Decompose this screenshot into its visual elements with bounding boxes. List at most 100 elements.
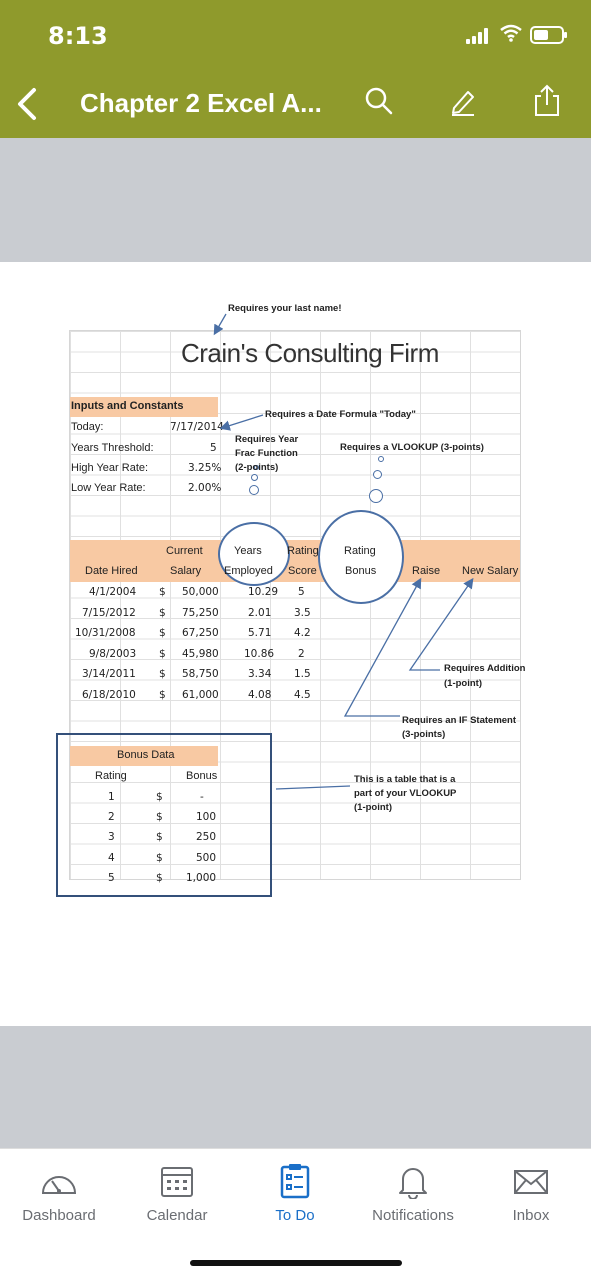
bubble-dot xyxy=(249,485,259,495)
share-icon[interactable] xyxy=(530,84,564,118)
cell-salary: 61,000 xyxy=(182,689,219,701)
cell-score: 3.5 xyxy=(294,607,311,619)
note-if: Requires an IF Statement xyxy=(402,715,517,726)
cell-years: 5.71 xyxy=(248,627,272,639)
note-date-formula: Requires a Date Formula "Today" xyxy=(265,409,416,420)
signal-icon xyxy=(466,28,492,44)
input-label: Years Threshold: xyxy=(71,442,154,454)
note-if-2: (3-points) xyxy=(402,729,446,740)
col-new-salary: New Salary xyxy=(462,565,519,577)
col-employed: Employed xyxy=(224,565,273,577)
input-label: Today: xyxy=(71,421,104,433)
cell-date: 6/18/2010 xyxy=(82,689,136,701)
bonus-value: 500 xyxy=(196,852,217,864)
battery-icon xyxy=(530,26,567,44)
note-last-name: Requires your last name! xyxy=(228,303,342,314)
cell-salary: 58,750 xyxy=(182,668,219,680)
cell-score: 2 xyxy=(298,648,305,660)
bonus-rating: 4 xyxy=(108,852,115,864)
bubble-dot xyxy=(251,474,258,481)
col-salary: Salary xyxy=(170,565,202,577)
cell-currency: $ xyxy=(159,607,166,619)
nav-header: Chapter 2 Excel A... xyxy=(0,68,591,138)
cell-score: 4.2 xyxy=(294,627,311,639)
col-rating: Rating xyxy=(287,545,319,557)
cell-salary: 45,980 xyxy=(182,648,219,660)
home-indicator xyxy=(190,1260,402,1266)
note-table-3: (1-point) xyxy=(354,802,392,813)
bonus-col-rating: Rating xyxy=(95,770,127,782)
note-addition-2: (1-point) xyxy=(444,678,482,689)
back-chevron-icon[interactable] xyxy=(8,76,48,130)
note-addition: Requires Addition xyxy=(444,663,526,674)
bonus-rating: 2 xyxy=(108,811,115,823)
tab-label: To Do xyxy=(275,1207,315,1224)
note-table-2: part of your VLOOKUP xyxy=(354,788,457,799)
bubble-dot xyxy=(378,456,384,462)
note-table: This is a table that is a xyxy=(354,774,456,785)
bonus-title: Bonus Data xyxy=(117,749,175,761)
viewer-gutter-top xyxy=(0,138,591,262)
inputs-header: Inputs and Constants xyxy=(71,400,184,412)
status-bar: 8:13 xyxy=(0,0,591,68)
cell-currency: $ xyxy=(159,648,166,660)
col-date-hired: Date Hired xyxy=(85,565,138,577)
input-value: 7/17/2014 xyxy=(170,421,224,433)
cell-currency: $ xyxy=(159,689,166,701)
input-label: Low Year Rate: xyxy=(71,482,146,494)
cell-date: 10/31/2008 xyxy=(75,627,136,639)
bonus-currency: $ xyxy=(156,831,163,843)
cell-salary: 75,250 xyxy=(182,607,219,619)
bonus-value: 100 xyxy=(196,811,217,823)
col-current: Current xyxy=(166,545,203,557)
bonus-rating: 5 xyxy=(108,872,115,884)
cell-score: 1.5 xyxy=(294,668,311,680)
bonus-currency: $ xyxy=(156,872,163,884)
dashboard-icon xyxy=(41,1176,77,1194)
cell-score: 4.5 xyxy=(294,689,311,701)
bubble-dot xyxy=(373,470,382,479)
bonus-currency: $ xyxy=(156,852,163,864)
col-years: Years xyxy=(234,545,262,557)
col-rating-bonus-2: Bonus xyxy=(345,565,377,577)
cell-salary: 67,250 xyxy=(182,627,219,639)
cell-years: 3.34 xyxy=(248,668,272,680)
cell-years: 10.29 xyxy=(248,586,279,598)
bonus-value: - xyxy=(200,791,204,803)
input-value: 3.25% xyxy=(188,462,222,474)
bonus-rating: 1 xyxy=(108,791,115,803)
bonus-currency: $ xyxy=(156,811,163,823)
cell-years: 10.86 xyxy=(244,648,275,660)
thought-cloud xyxy=(318,510,404,604)
tab-label: Inbox xyxy=(512,1207,550,1224)
sheet-title: Crain's Consulting Firm xyxy=(181,338,439,368)
annotate-pen-icon[interactable] xyxy=(446,84,480,118)
bonus-value: 250 xyxy=(196,831,217,843)
cell-years: 2.01 xyxy=(248,607,272,619)
cell-currency: $ xyxy=(159,627,166,639)
bubble-dot xyxy=(369,489,383,503)
col-score: Score xyxy=(288,565,317,577)
note-yearfrac-3: (2-points) xyxy=(235,462,279,473)
viewer-gutter-bottom xyxy=(0,1026,591,1148)
bonus-currency: $ xyxy=(156,791,163,803)
input-value: 5 xyxy=(210,442,217,454)
cell-date: 3/14/2011 xyxy=(82,668,136,680)
tab-label: Calendar xyxy=(146,1207,208,1224)
bonus-col-bonus: Bonus xyxy=(186,770,218,782)
input-label: High Year Rate: xyxy=(71,462,149,474)
cell-score: 5 xyxy=(298,586,305,598)
cell-currency: $ xyxy=(159,668,166,680)
cell-currency: $ xyxy=(159,586,166,598)
input-value: 2.00% xyxy=(188,482,222,494)
page-title: Chapter 2 Excel A... xyxy=(80,88,322,118)
status-time: 8:13 xyxy=(48,22,108,50)
bonus-rating: 3 xyxy=(108,831,115,843)
cell-date: 9/8/2003 xyxy=(89,648,137,660)
mail-icon xyxy=(514,1170,548,1194)
search-icon[interactable] xyxy=(362,84,396,118)
col-raise: Raise xyxy=(412,565,441,577)
cell-years: 4.08 xyxy=(248,689,272,701)
bonus-value: 1,000 xyxy=(186,872,217,884)
cell-salary: 50,000 xyxy=(182,586,219,598)
